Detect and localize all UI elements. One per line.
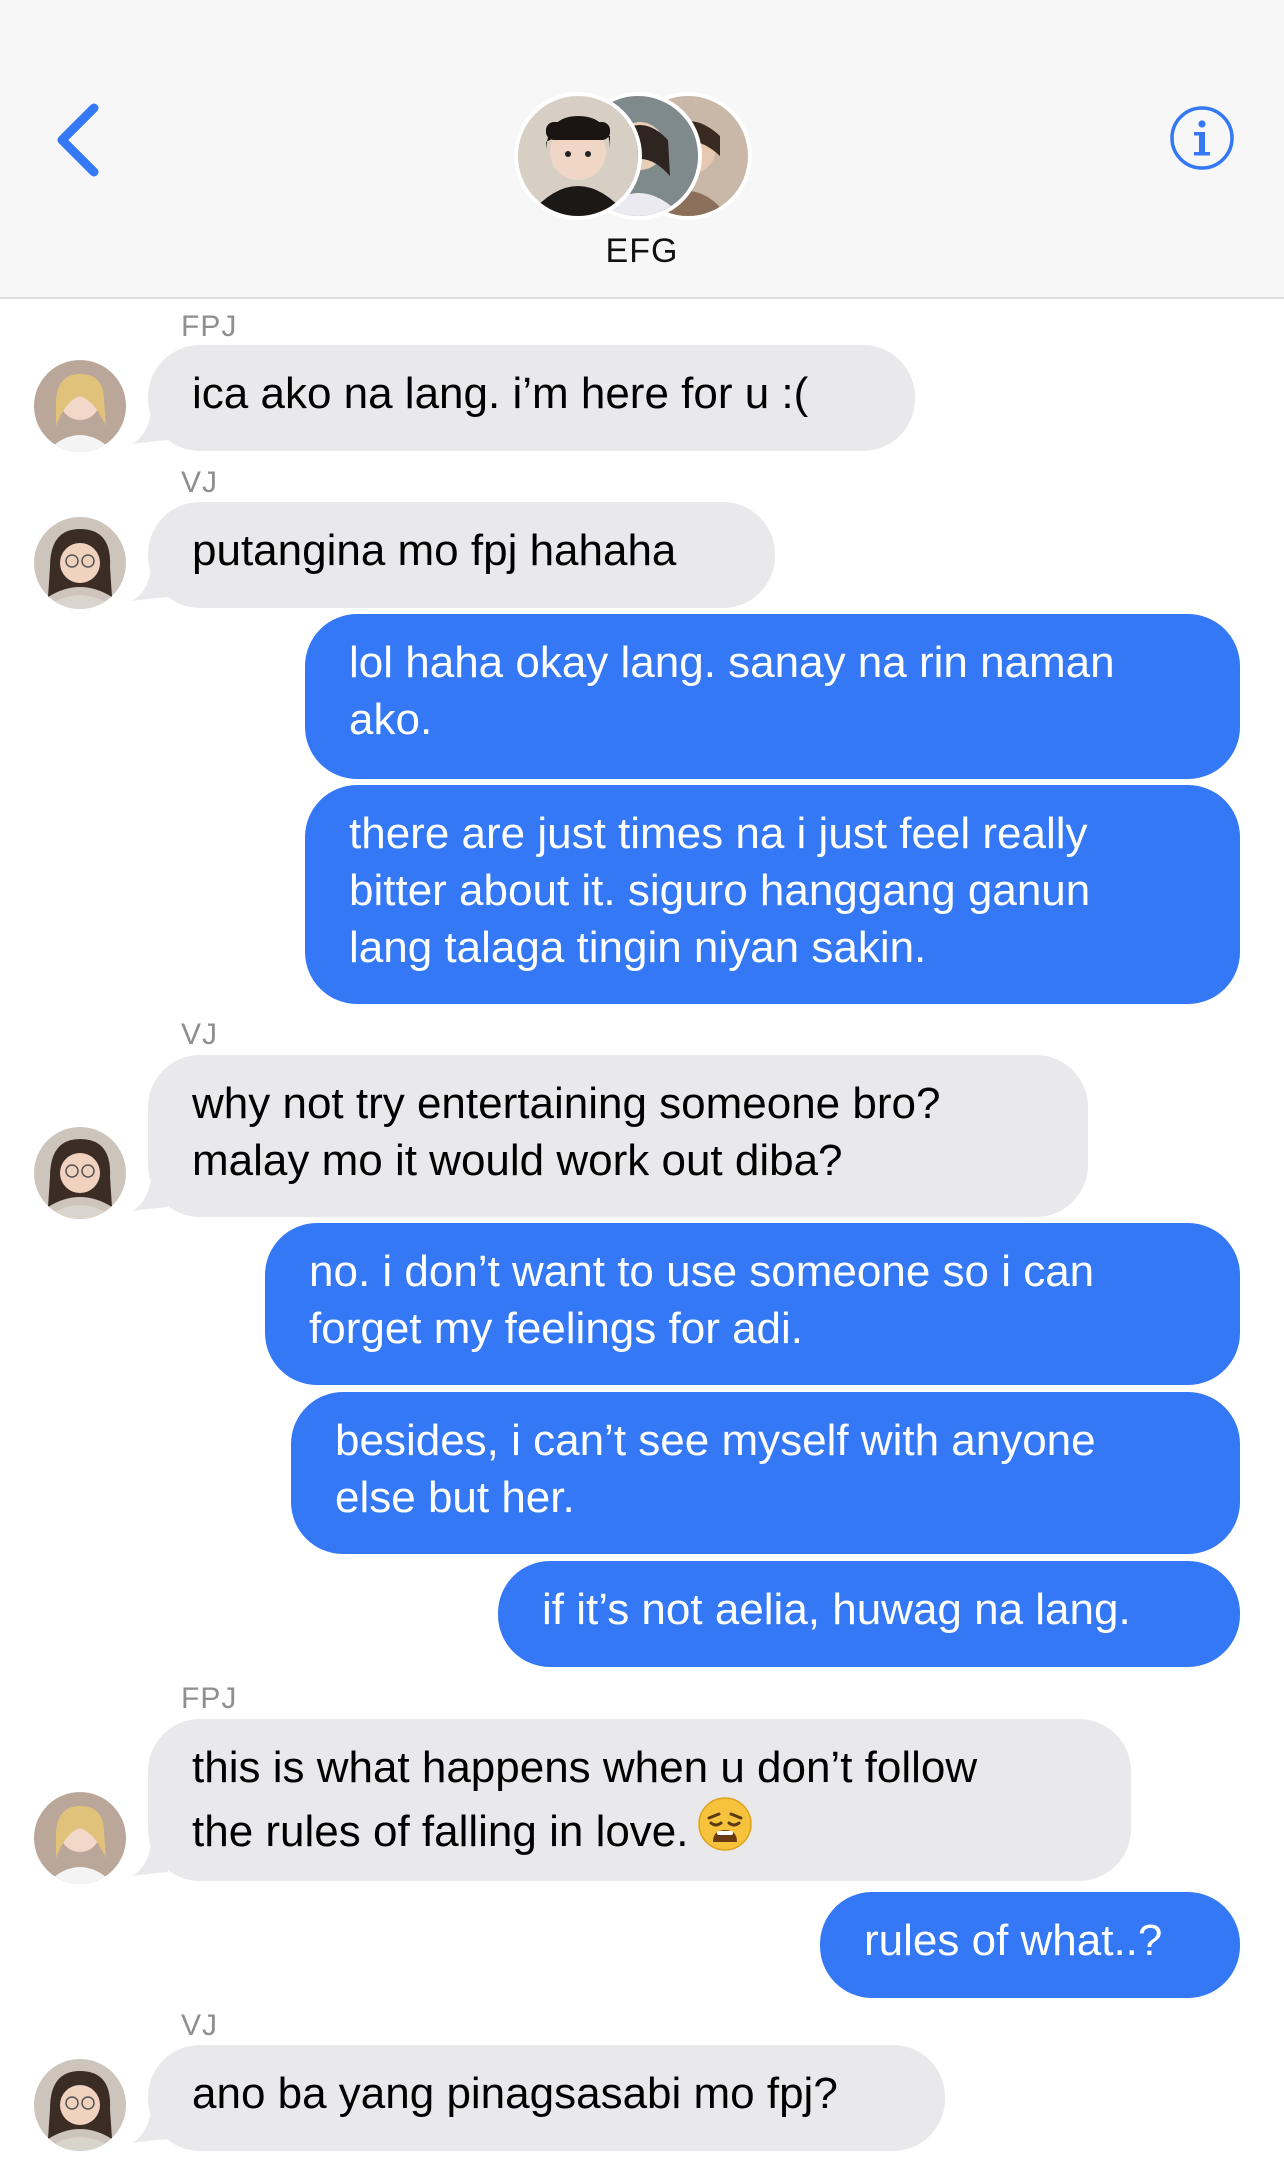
message-bubble-incoming[interactable]: ica ako na lang. i’m here for u :( xyxy=(148,345,915,451)
conversation-header: EFG xyxy=(0,0,1284,299)
message-bubble-outgoing[interactable]: lol haha okay lang. sanay na rin naman a… xyxy=(305,614,1240,779)
chevron-left-icon xyxy=(57,103,99,177)
message-bubble-incoming[interactable]: putangina mo fpj hahaha xyxy=(148,502,775,608)
avatar-vj[interactable] xyxy=(34,2059,126,2151)
message-text-line: this is what happens when u don’t follow xyxy=(192,1743,978,1792)
avatar-vj[interactable] xyxy=(34,517,126,609)
sender-label: FPJ xyxy=(181,1682,238,1715)
message-text-line: besides, i can’t see myself with anyone xyxy=(335,1416,1096,1465)
message-text: putangina mo fpj hahaha xyxy=(192,526,677,575)
message-text-line: lol haha okay lang. sanay na rin naman xyxy=(349,638,1115,687)
group-name[interactable]: EFG xyxy=(0,232,1284,271)
message-text-line: why not try entertaining someone bro? xyxy=(192,1079,941,1128)
message-bubble-outgoing[interactable]: if it’s not aelia, huwag na lang. xyxy=(498,1561,1240,1667)
message-text: ica ako na lang. i’m here for u :( xyxy=(192,369,809,418)
sender-label: FPJ xyxy=(181,310,238,343)
message-bubble-incoming[interactable]: this is what happens when u don’t follow… xyxy=(148,1719,1131,1881)
sender-label: VJ xyxy=(181,1018,219,1051)
message-bubble-outgoing[interactable]: there are just times na i just feel real… xyxy=(305,785,1240,1004)
message-text-fragment: the rules of falling in love. xyxy=(192,1807,689,1856)
message-text-line: malay mo it would work out diba? xyxy=(192,1136,843,1185)
message-bubble-outgoing[interactable]: no. i don’t want to use someone so i can… xyxy=(265,1223,1240,1385)
message-text-line: bitter about it. siguro hanggang ganun xyxy=(349,866,1091,915)
message-text-line: the rules of falling in love. xyxy=(192,1796,1087,1860)
info-button[interactable] xyxy=(1168,104,1236,172)
message-text-line: there are just times na i just feel real… xyxy=(349,809,1088,858)
message-text-line: ako. xyxy=(349,695,433,744)
group-avatar-stack[interactable] xyxy=(514,88,754,220)
message-bubble-incoming[interactable]: why not try entertaining someone bro? ma… xyxy=(148,1055,1088,1217)
message-text-line: no. i don’t want to use someone so i can xyxy=(309,1247,1095,1296)
avatar-fpj[interactable] xyxy=(34,1792,126,1884)
message-bubble-incoming[interactable]: ano ba yang pinagsasabi mo fpj? xyxy=(148,2045,945,2151)
sender-label: VJ xyxy=(181,2009,219,2042)
group-member-avatar-1 xyxy=(514,92,642,220)
message-bubble-outgoing[interactable]: rules of what..? xyxy=(820,1892,1240,1998)
weary-face-emoji xyxy=(697,1797,752,1851)
message-text-line: forget my feelings for adi. xyxy=(309,1304,804,1353)
message-text: ano ba yang pinagsasabi mo fpj? xyxy=(192,2069,838,2118)
message-bubble-outgoing[interactable]: besides, i can’t see myself with anyone … xyxy=(291,1392,1240,1554)
info-circle-icon xyxy=(1170,106,1234,170)
message-text-line: lang talaga tingin niyan sakin. xyxy=(349,923,927,972)
message-text: if it’s not aelia, huwag na lang. xyxy=(542,1585,1131,1634)
avatar-vj[interactable] xyxy=(34,1127,126,1219)
avatar-fpj[interactable] xyxy=(34,360,126,452)
sender-label: VJ xyxy=(181,466,219,499)
back-button[interactable] xyxy=(50,100,110,180)
message-text-line: else but her. xyxy=(335,1473,575,1522)
message-text: rules of what..? xyxy=(864,1916,1163,1965)
